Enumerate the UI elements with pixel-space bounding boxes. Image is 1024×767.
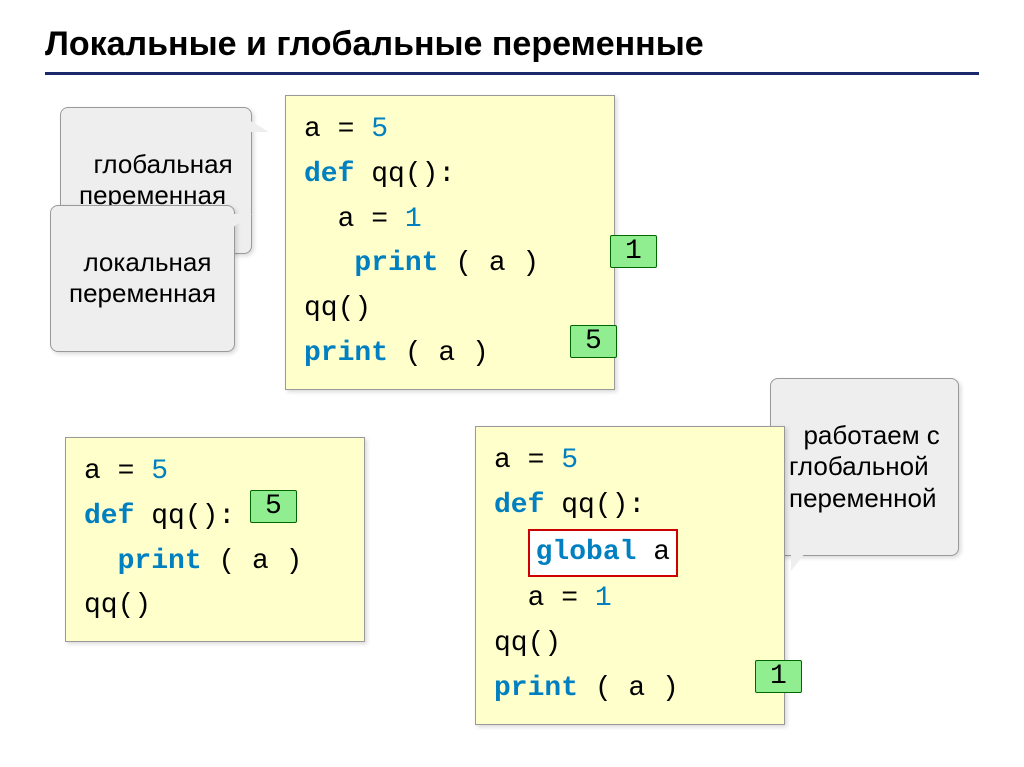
code-token: 1 — [595, 583, 612, 614]
code-token: = — [528, 445, 545, 476]
code-token: = — [338, 114, 355, 145]
code-token: ( a ) — [578, 673, 679, 704]
code-panel-3: a = 5 def qq(): global a a = 1 qq() prin… — [475, 426, 785, 725]
code-token: qq() — [304, 293, 371, 324]
code-token: print — [304, 248, 438, 279]
code-token: a — [494, 445, 511, 476]
code-token: def — [304, 159, 354, 190]
code-token: 1 — [405, 204, 422, 235]
code-panel-2: a = 5 def qq(): print ( a ) qq() — [65, 437, 365, 642]
code-token: = — [118, 456, 135, 487]
result-badge-1b: 1 — [755, 660, 802, 693]
result-badge-1: 1 — [610, 235, 657, 268]
code-token: a — [494, 583, 544, 614]
code-token: a — [84, 456, 101, 487]
code-panel-1: a = 5 def qq(): a = 1 print ( a ) qq() p… — [285, 95, 615, 390]
result-badge-5: 5 — [570, 325, 617, 358]
code-token: qq(): — [134, 501, 235, 532]
code-token: print — [494, 673, 578, 704]
result-badge-5b: 5 — [250, 490, 297, 523]
code-token: a — [304, 114, 321, 145]
code-token: def — [494, 490, 544, 521]
code-token: = — [561, 583, 578, 614]
code-token: qq(): — [544, 490, 645, 521]
callout-text: глобальная переменная — [79, 149, 233, 210]
code-token: ( a ) — [438, 248, 539, 279]
code-token: ( a ) — [202, 546, 303, 577]
code-token: print — [304, 338, 388, 369]
callout-text: локальная переменная — [69, 247, 216, 308]
code-token: = — [371, 204, 388, 235]
code-token: print — [84, 546, 202, 577]
code-token: a — [636, 537, 670, 568]
code-token: global — [536, 537, 637, 568]
slide-title: Локальные и глобальные переменные — [45, 25, 979, 75]
callout-text: работаем с глобальной переменной — [789, 420, 940, 512]
callout-work-global: работаем с глобальной переменной — [770, 378, 959, 556]
code-token: ( a ) — [388, 338, 489, 369]
code-token: 5 — [371, 114, 388, 145]
code-token: 5 — [561, 445, 578, 476]
code-token: qq() — [84, 590, 151, 621]
code-token: a — [304, 204, 354, 235]
global-highlight: global a — [528, 529, 678, 578]
code-token: qq() — [494, 628, 561, 659]
code-token: def — [84, 501, 134, 532]
code-token: 5 — [151, 456, 168, 487]
code-token: qq(): — [354, 159, 455, 190]
callout-local-variable: локальная переменная — [50, 205, 235, 352]
